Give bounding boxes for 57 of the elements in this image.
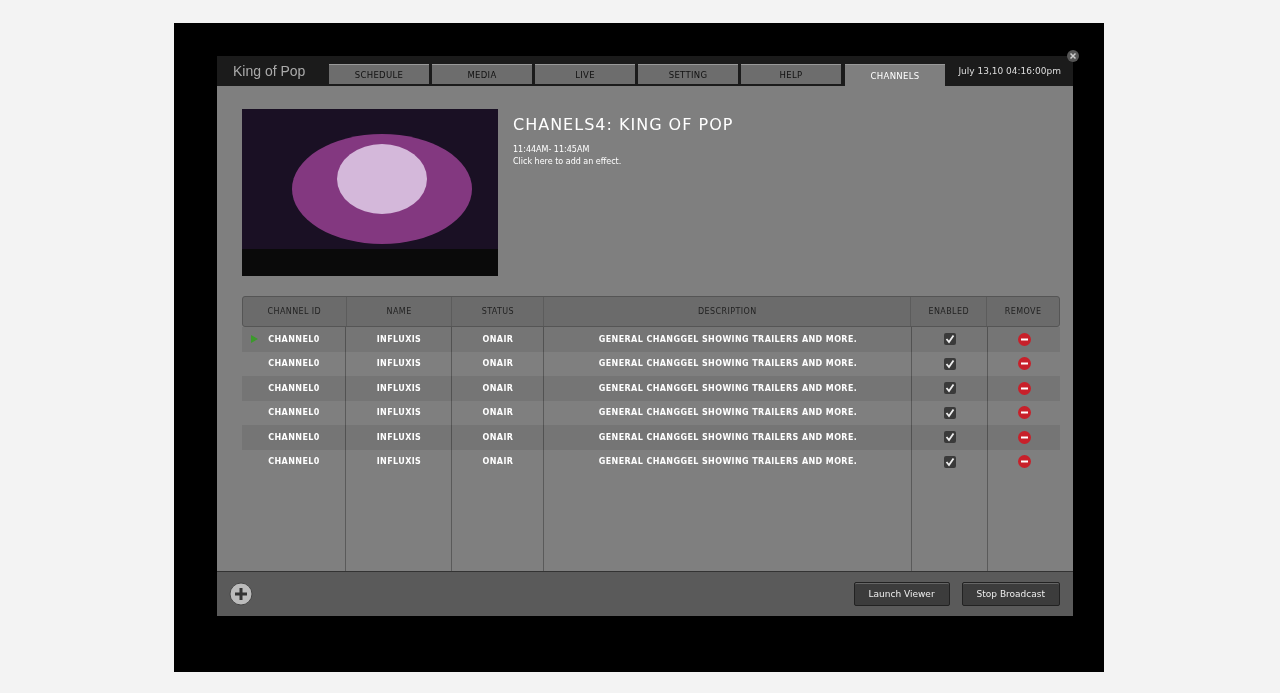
table-cell: CHANNEL0 (268, 334, 320, 344)
checkbox[interactable] (944, 333, 956, 346)
table-cell: CHANNEL0 (268, 383, 320, 393)
remove-icon[interactable] (1017, 406, 1031, 420)
table-cell: CHANNEL0 (268, 457, 320, 467)
table-cell: GENERAL CHANGGEL SHOWING TRAILERS AND MORE. (598, 334, 858, 344)
tab[interactable]: LIVE (535, 64, 635, 84)
column-header: DESCRIPTION (698, 307, 757, 316)
table-cell: GENERAL CHANGGEL SHOWING TRAILERS AND MORE. (598, 432, 858, 442)
table-cell: GENERAL CHANGGEL SHOWING TRAILERS AND MORE. (598, 457, 858, 467)
channel-title: CHANELS4: KING OF POP (513, 115, 734, 134)
checkbox[interactable] (944, 406, 956, 419)
table-cell: ONAIR (482, 432, 514, 442)
remove-icon[interactable] (1017, 455, 1031, 469)
table-cell: CHANNEL0 (268, 359, 320, 369)
table-cell: GENERAL CHANGGEL SHOWING TRAILERS AND MORE. (598, 359, 858, 369)
table-cell: CHANNEL0 (268, 408, 320, 418)
table-cell: INFLUXIS (376, 383, 422, 393)
close-icon[interactable] (1067, 50, 1079, 62)
column-header: CHANNEL ID (267, 307, 322, 316)
remove-icon[interactable] (1017, 430, 1031, 444)
add-effect-link[interactable]: Click here to add an effect. (513, 156, 734, 168)
table-cell: ONAIR (482, 334, 514, 344)
time-range: 11:44AM- 11:45AM (513, 144, 591, 156)
tab[interactable]: SETTING (638, 64, 738, 84)
remove-icon[interactable] (1017, 332, 1031, 346)
column-header: ENABLED (928, 307, 969, 316)
table-cell: ONAIR (482, 383, 514, 393)
table-cell: INFLUXIS (376, 408, 422, 418)
tab[interactable]: MEDIA (432, 64, 532, 84)
table-cell: GENERAL CHANGGEL SHOWING TRAILERS AND MORE. (598, 383, 858, 393)
tab[interactable]: SCHEDULE (329, 64, 429, 84)
checkbox[interactable] (944, 455, 956, 468)
table-cell: ONAIR (482, 408, 514, 418)
column-header: NAME (386, 307, 412, 316)
remove-icon[interactable] (1017, 381, 1031, 395)
table-cell: INFLUXIS (376, 432, 422, 442)
column-header: REMOVE (1004, 307, 1042, 316)
date-time: July 13,10 04:16:00pm (958, 66, 1061, 76)
table-cell: INFLUXIS (376, 457, 422, 467)
table-cell: INFLUXIS (376, 334, 422, 344)
action-button[interactable]: Launch Viewer (853, 582, 950, 606)
table-cell: CHANNEL0 (268, 432, 320, 442)
column-header: STATUS (481, 307, 515, 316)
checkbox[interactable] (944, 431, 956, 444)
remove-icon[interactable] (1017, 357, 1031, 371)
table-cell: INFLUXIS (376, 359, 422, 369)
action-button[interactable]: Stop Broadcast (961, 582, 1060, 606)
table-cell: GENERAL CHANGGEL SHOWING TRAILERS AND MORE. (598, 408, 858, 418)
tab[interactable]: HELP (741, 64, 841, 84)
add-button[interactable] (229, 582, 253, 606)
tab[interactable]: CHANNELS (845, 64, 945, 86)
table-cell: ONAIR (482, 457, 514, 467)
checkbox[interactable] (944, 357, 956, 370)
app-title: King of Pop (232, 63, 307, 79)
checkbox[interactable] (944, 382, 956, 395)
table-cell: ONAIR (482, 359, 514, 369)
